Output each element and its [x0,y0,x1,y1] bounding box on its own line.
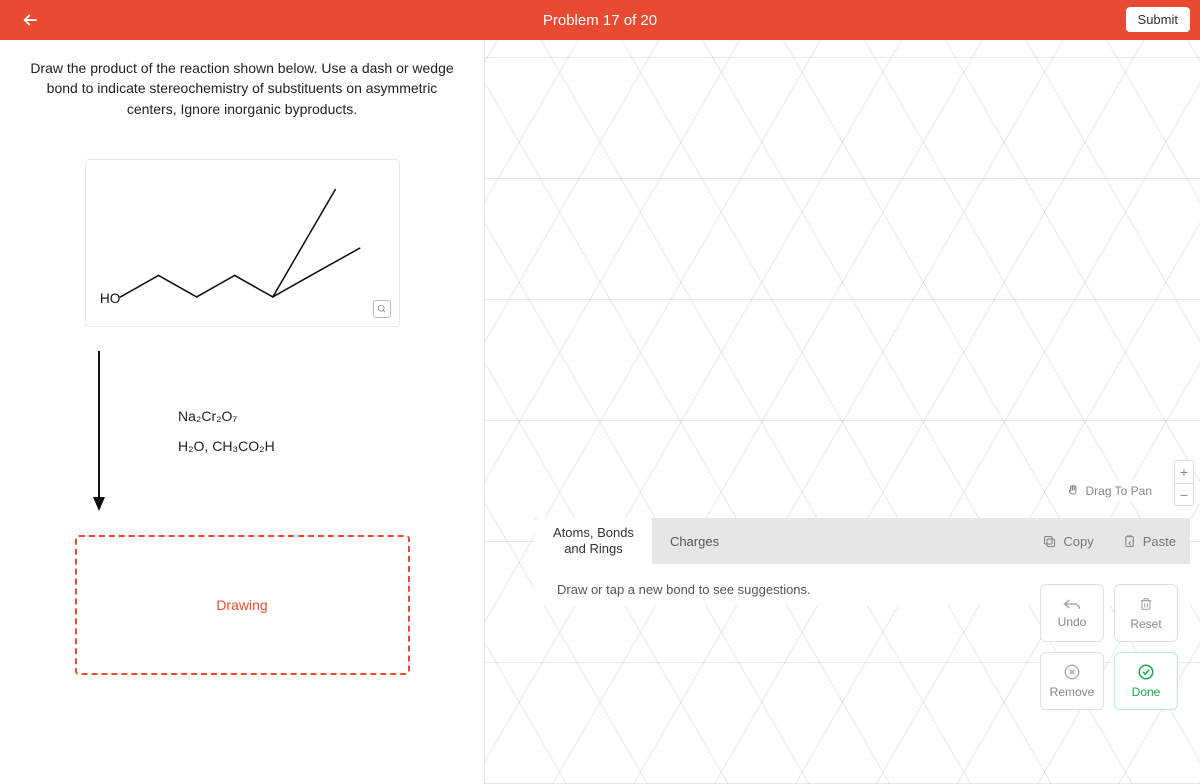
app-header: Problem 17 of 20 Submit [0,0,1200,40]
drawing-target-label: Drawing [216,597,267,613]
question-prompt: Draw the product of the reaction shown b… [20,58,464,119]
zoom-in-button[interactable]: + [1175,461,1193,483]
trash-icon [1138,595,1154,613]
tool-tabs: Atoms, Bonds and Rings Charges Copy Past… [535,518,1190,564]
hand-icon [1066,484,1080,498]
tool-button-grid: Undo Reset Remove Done [1040,584,1178,710]
x-circle-icon [1063,663,1081,681]
zoom-control: + − [1174,460,1194,506]
reset-button[interactable]: Reset [1114,584,1178,642]
tab-atoms-bonds-rings[interactable]: Atoms, Bonds and Rings [535,518,652,564]
reagent-line-1: Na₂Cr₂O₇ [178,401,275,432]
check-circle-icon [1137,663,1155,681]
zoom-out-button[interactable]: − [1175,483,1193,505]
reaction-arrow-icon [90,351,108,511]
tab-charges[interactable]: Charges [652,518,737,564]
paste-icon [1122,534,1137,549]
tool-panel: Atoms, Bonds and Rings Charges Copy Past… [535,518,1190,605]
copy-icon [1042,534,1057,549]
molecule-label-ho: HO [99,291,119,306]
zoom-icon[interactable] [373,300,391,318]
remove-button[interactable]: Remove [1040,652,1104,710]
paste-button[interactable]: Paste [1108,534,1190,549]
back-button[interactable] [10,0,50,40]
undo-icon [1062,597,1082,611]
question-panel: Draw the product of the reaction shown b… [0,40,485,784]
reactant-structure: HO [85,159,400,328]
reagents: Na₂Cr₂O₇ H₂O, CH₃CO₂H [178,401,275,463]
drawing-target[interactable]: Drawing [75,535,410,675]
submit-button[interactable]: Submit [1126,7,1190,32]
undo-button[interactable]: Undo [1040,584,1104,642]
copy-button[interactable]: Copy [1028,534,1107,549]
drawing-canvas-panel: Drag To Pan + − Atoms, Bonds and Rings C… [485,40,1200,784]
molecule-svg: HO [96,170,389,317]
drag-to-pan[interactable]: Drag To Pan [1060,480,1159,502]
done-button[interactable]: Done [1114,652,1178,710]
reagent-line-2: H₂O, CH₃CO₂H [178,431,275,462]
page-title: Problem 17 of 20 [0,12,1200,29]
arrow-left-icon [21,11,39,29]
